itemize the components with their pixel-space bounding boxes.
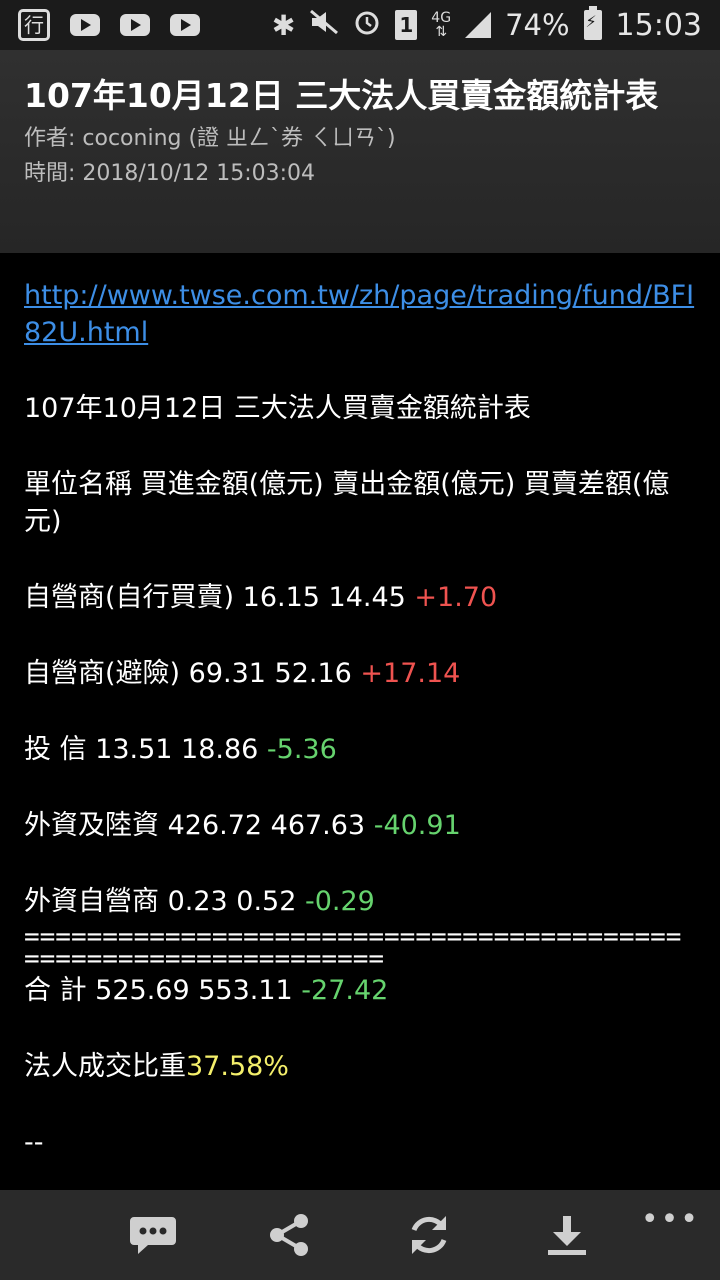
app-notification-icon: 行	[18, 9, 50, 41]
bottom-toolbar: •••	[0, 1190, 720, 1280]
alarm-icon	[353, 8, 381, 43]
battery-percent: 74%	[505, 8, 570, 42]
mute-icon	[309, 9, 339, 42]
refresh-icon[interactable]	[404, 1210, 454, 1260]
youtube-notification-icon	[70, 14, 100, 36]
table-row: 自營商(避險) 69.31 52.16 +17.14	[24, 658, 461, 689]
diff-value: -40.91	[373, 810, 461, 841]
body-heading: 107年10月12日 三大法人買賣金額統計表	[24, 393, 531, 424]
table-row: 自營商(自行買賣) 16.15 14.45 +1.70	[24, 582, 498, 613]
post-time: 時間: 2018/10/12 15:03:04	[24, 161, 316, 186]
bluetooth-icon: ✱	[271, 8, 296, 42]
more-icon[interactable]: •••	[641, 1202, 700, 1237]
clock: 15:03	[615, 7, 702, 43]
total-row: 合 計 525.69 553.11 -27.42	[24, 975, 389, 1006]
signal-icon	[465, 12, 492, 38]
table-row: 投 信 13.51 18.86 -5.36	[24, 734, 337, 765]
total-diff-value: -27.42	[301, 975, 389, 1006]
post-author: 作者: coconing (證 ㄓㄥˋ券 ㄑㄩㄢˋ)	[24, 126, 396, 151]
download-icon[interactable]	[542, 1210, 592, 1260]
source-link[interactable]: http://www.twse.com.tw/zh/page/trading/f…	[24, 277, 696, 351]
sim-icon: 1	[395, 10, 418, 40]
youtube-notification-icon	[170, 14, 200, 36]
post-header: 107年10月12日 三大法人買賣金額統計表 作者: coconing (證 ㄓ…	[0, 50, 720, 253]
ratio-line: 法人成交比重37.58%	[24, 1051, 289, 1082]
column-headers: 單位名稱 買進金額(億元) 賣出金額(億元) 買賣差額(億元)	[24, 469, 670, 537]
signature: --	[24, 1127, 44, 1158]
diff-value: -0.29	[304, 886, 375, 917]
diff-value: +17.14	[360, 658, 461, 689]
separator-line: ========================================…	[24, 922, 682, 974]
ratio-value: 37.58%	[186, 1051, 289, 1082]
table-row: 外資及陸資 426.72 467.63 -40.91	[24, 810, 461, 841]
network-type-icon: 4G ⇅	[431, 10, 452, 40]
table-row: 外資自營商 0.23 0.52 -0.29	[24, 886, 375, 917]
status-bar: 行 ✱ 1 4G⇅ 74% 15:03	[0, 0, 720, 50]
youtube-notification-icon	[120, 14, 150, 36]
post-title: 107年10月12日 三大法人買賣金額統計表	[24, 76, 659, 115]
share-icon[interactable]	[264, 1210, 314, 1260]
battery-icon	[583, 6, 602, 40]
diff-value: -5.36	[266, 734, 337, 765]
comment-icon[interactable]	[128, 1210, 178, 1260]
diff-value: +1.70	[414, 582, 498, 613]
post-body: http://www.twse.com.tw/zh/page/trading/f…	[0, 253, 720, 1190]
